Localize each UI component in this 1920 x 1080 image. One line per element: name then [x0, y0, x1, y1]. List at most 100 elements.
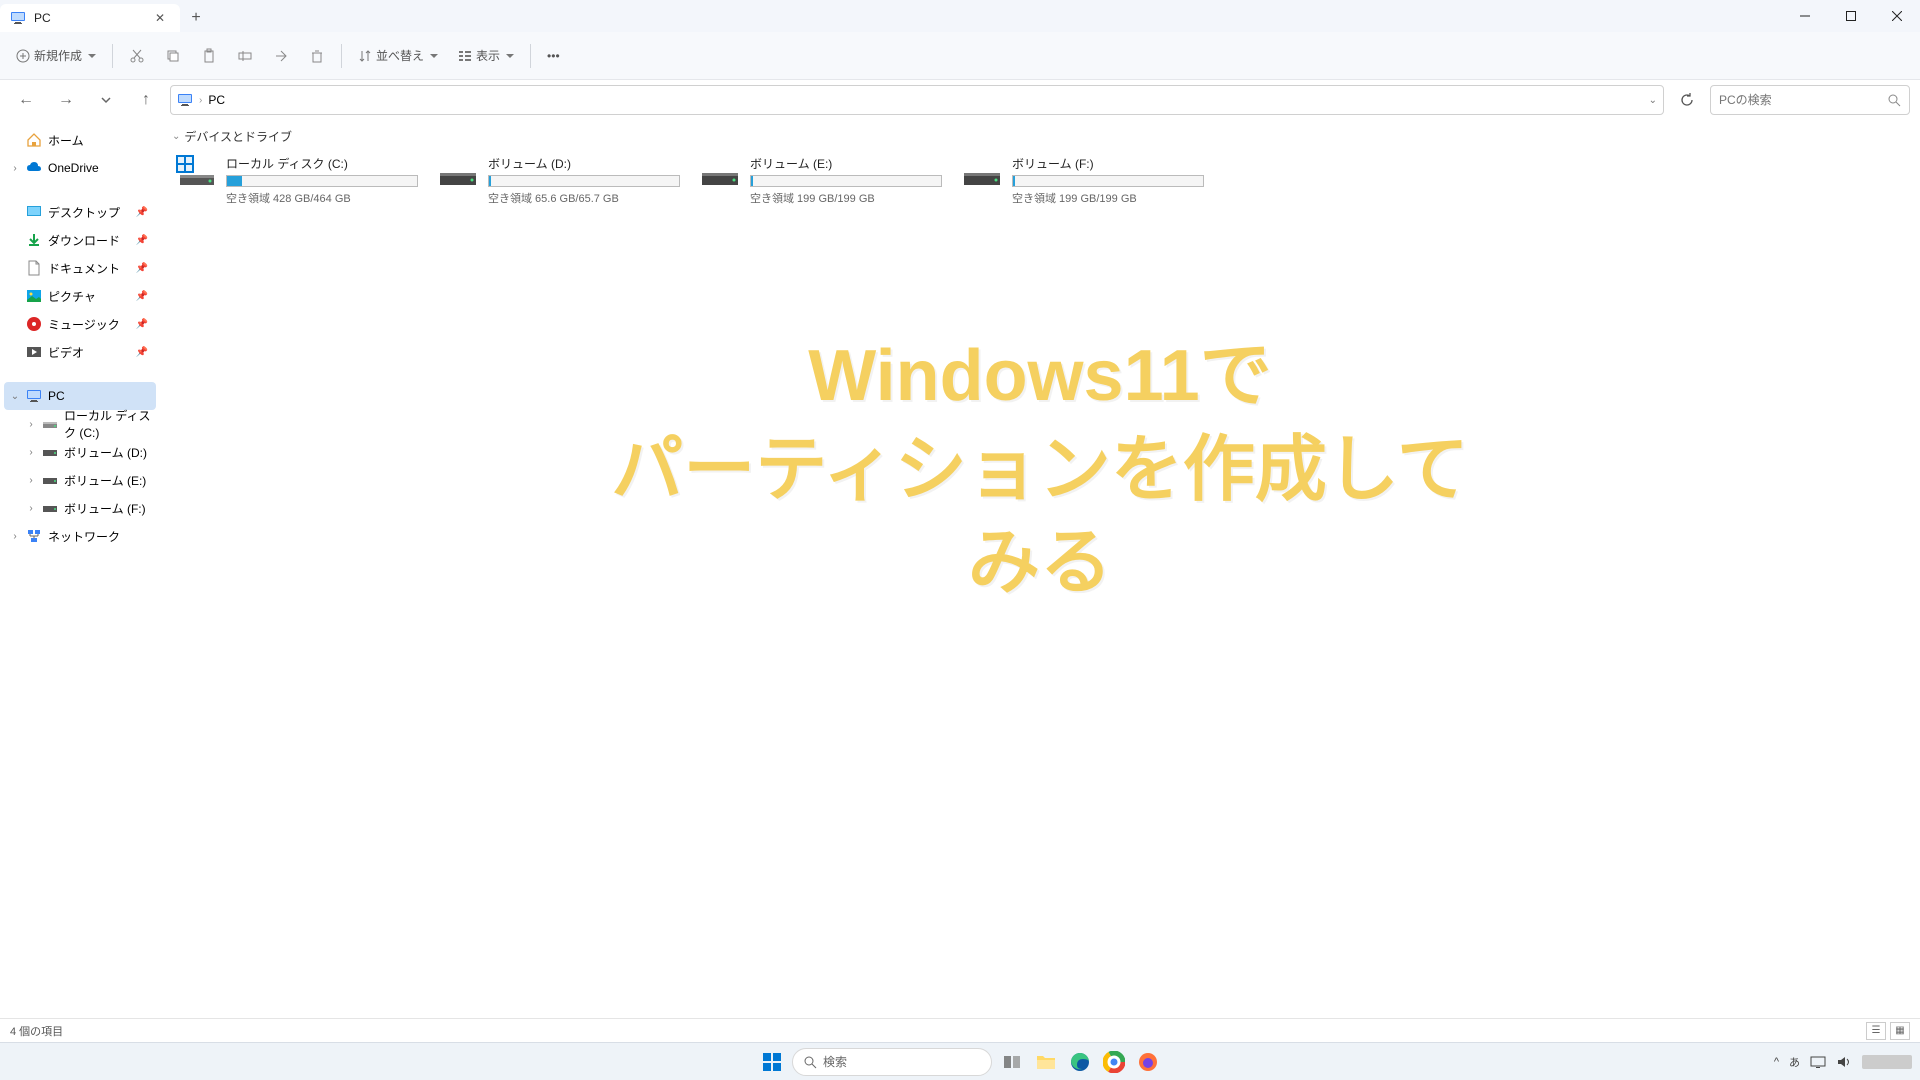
edge-button[interactable] — [1066, 1048, 1094, 1076]
body: ホーム › OneDrive デスクトップ 📌 ダウンロード 📌 ドキュメント — [0, 120, 1920, 1018]
sidebar-item-pictures[interactable]: ピクチャ 📌 — [4, 282, 156, 310]
picture-icon — [26, 288, 42, 304]
drive-item[interactable]: ボリューム (D:) 空き領域 65.6 GB/65.7 GB — [434, 151, 684, 210]
chevron-down-icon: ⌄ — [172, 131, 180, 142]
drive-space: 空き領域 199 GB/199 GB — [1012, 190, 1204, 206]
details-view-button[interactable]: ☰ — [1866, 1022, 1886, 1040]
delete-button[interactable] — [301, 40, 333, 72]
volume-icon[interactable] — [1836, 1054, 1852, 1070]
pin-icon: 📌 — [136, 263, 152, 274]
recent-button[interactable] — [90, 84, 122, 116]
sidebar-item-documents[interactable]: ドキュメント 📌 — [4, 254, 156, 282]
sort-button[interactable]: 並べ替え — [350, 40, 446, 72]
chevron-right-icon[interactable]: › — [24, 473, 38, 487]
drive-icon — [438, 155, 478, 187]
download-icon — [26, 232, 42, 248]
view-button[interactable]: 表示 — [450, 40, 522, 72]
clock-area[interactable] — [1862, 1055, 1912, 1069]
drive-item[interactable]: ローカル ディスク (C:)空き領域 428 GB/464 GB — [172, 151, 422, 210]
status-text: 4 個の項目 — [10, 1023, 63, 1039]
forward-button[interactable]: → — [50, 84, 82, 116]
drive-space: 空き領域 199 GB/199 GB — [750, 190, 942, 206]
search-input[interactable] — [1719, 93, 1887, 107]
pc-icon — [26, 388, 42, 404]
address-box[interactable]: › PC ⌄ — [170, 85, 1664, 115]
cut-button[interactable] — [121, 40, 153, 72]
chevron-right-icon[interactable]: › — [8, 161, 22, 175]
back-button[interactable]: ← — [10, 84, 42, 116]
statusbar: 4 個の項目 ☰ ▦ — [0, 1018, 1920, 1042]
sidebar-item-vole[interactable]: › ボリューム (E:) — [4, 466, 156, 494]
sidebar-item-home[interactable]: ホーム — [4, 126, 156, 154]
drive-icon — [42, 444, 58, 460]
drives-list: ローカル ディスク (C:)空き領域 428 GB/464 GBボリューム (D… — [172, 151, 1908, 210]
sidebar-item-desktop[interactable]: デスクトップ 📌 — [4, 198, 156, 226]
video-icon — [26, 344, 42, 360]
chevron-right-icon[interactable]: › — [24, 501, 38, 515]
search-box[interactable] — [1710, 85, 1910, 115]
sidebar-item-pc[interactable]: ⌄ PC — [4, 382, 156, 410]
drive-icon — [700, 155, 740, 187]
tray-expand-icon[interactable]: ^ — [1774, 1056, 1779, 1068]
drive-name: ボリューム (D:) — [488, 155, 680, 172]
tab-title: PC — [34, 11, 51, 25]
address-segment[interactable]: PC — [208, 93, 225, 107]
drive-icon — [42, 500, 58, 516]
rename-button[interactable] — [229, 40, 261, 72]
new-button[interactable]: 新規作成 — [8, 40, 104, 72]
sidebar-item-volf[interactable]: › ボリューム (F:) — [4, 494, 156, 522]
sidebar-item-downloads[interactable]: ダウンロード 📌 — [4, 226, 156, 254]
pin-icon: 📌 — [136, 319, 152, 330]
drive-icon — [176, 155, 216, 187]
refresh-button[interactable] — [1672, 85, 1702, 115]
drive-item[interactable]: ボリューム (F:)空き領域 199 GB/199 GB — [958, 151, 1208, 210]
task-view-button[interactable] — [998, 1048, 1026, 1076]
ime-indicator[interactable]: あ — [1789, 1054, 1800, 1070]
system-tray: ^ あ — [1774, 1054, 1912, 1070]
sidebar-item-music[interactable]: ミュージック 📌 — [4, 310, 156, 338]
drive-item[interactable]: ボリューム (E:)空き領域 199 GB/199 GB — [696, 151, 946, 210]
chevron-down-icon[interactable]: ⌄ — [8, 389, 22, 403]
content-area: ⌄ デバイスとドライブ ローカル ディスク (C:)空き領域 428 GB/46… — [160, 120, 1920, 1018]
music-icon — [26, 316, 42, 332]
network-icon[interactable] — [1810, 1054, 1826, 1070]
chevron-down-icon[interactable]: ⌄ — [1649, 95, 1657, 106]
pin-icon: 📌 — [136, 347, 152, 358]
close-button[interactable] — [1874, 0, 1920, 32]
tiles-view-button[interactable]: ▦ — [1890, 1022, 1910, 1040]
firefox-button[interactable] — [1134, 1048, 1162, 1076]
up-button[interactable]: ↑ — [130, 84, 162, 116]
more-button[interactable]: ••• — [539, 40, 568, 72]
drive-usage-bar — [226, 175, 418, 187]
network-icon — [26, 528, 42, 544]
sidebar-item-vold[interactable]: › ボリューム (D:) — [4, 438, 156, 466]
drive-icon — [42, 416, 58, 432]
section-header[interactable]: ⌄ デバイスとドライブ — [172, 128, 1908, 145]
window-controls — [1782, 0, 1920, 32]
desktop-icon — [26, 204, 42, 220]
pin-icon: 📌 — [136, 235, 152, 246]
chevron-right-icon[interactable]: › — [24, 417, 38, 431]
drive-space: 空き領域 65.6 GB/65.7 GB — [488, 190, 680, 206]
tab-pc[interactable]: PC ✕ — [0, 4, 180, 32]
chevron-right-icon: › — [199, 95, 202, 106]
close-tab-icon[interactable]: ✕ — [152, 10, 168, 26]
sidebar-item-onedrive[interactable]: › OneDrive — [4, 154, 156, 182]
paste-button[interactable] — [193, 40, 225, 72]
sidebar-item-network[interactable]: › ネットワーク — [4, 522, 156, 550]
minimize-button[interactable] — [1782, 0, 1828, 32]
copy-button[interactable] — [157, 40, 189, 72]
chevron-right-icon[interactable]: › — [8, 529, 22, 543]
maximize-button[interactable] — [1828, 0, 1874, 32]
sidebar-item-videos[interactable]: ビデオ 📌 — [4, 338, 156, 366]
share-button[interactable] — [265, 40, 297, 72]
sidebar-item-localc[interactable]: › ローカル ディスク (C:) — [4, 410, 156, 438]
chrome-button[interactable] — [1100, 1048, 1128, 1076]
taskbar-search[interactable]: 検索 — [792, 1048, 992, 1076]
drive-icon — [962, 155, 1002, 187]
explorer-button[interactable] — [1032, 1048, 1060, 1076]
start-button[interactable] — [758, 1048, 786, 1076]
new-tab-button[interactable]: + — [180, 4, 212, 32]
chevron-right-icon[interactable]: › — [24, 445, 38, 459]
pin-icon: 📌 — [136, 291, 152, 302]
